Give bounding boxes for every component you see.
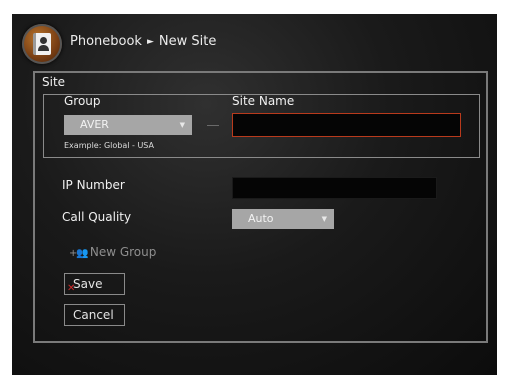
call-quality-label: Call Quality <box>62 210 132 224</box>
call-quality-select[interactable]: Auto ▼ <box>232 209 334 229</box>
group-label: Group <box>64 94 101 108</box>
cancel-label: Cancel <box>73 308 114 322</box>
new-group-label: New Group <box>89 245 157 259</box>
save-button[interactable]: ✕ Save <box>64 273 125 295</box>
field-separator <box>207 125 219 126</box>
group-select[interactable]: AVER ▼ <box>64 115 192 135</box>
ip-number-label: IP Number <box>62 178 125 192</box>
phonebook-new-site-screen: Phonebook ► New Site Site Group Site Name … <box>12 14 497 375</box>
group-select-value: AVER <box>80 118 109 131</box>
ip-number-input[interactable] <box>232 177 437 199</box>
call-quality-value: Auto <box>248 212 274 225</box>
contact-body <box>38 45 49 51</box>
site-name-input[interactable] <box>232 113 461 137</box>
phonebook-icon <box>22 24 62 64</box>
breadcrumb-current: New Site <box>158 34 217 49</box>
chevron-down-icon: ▼ <box>179 121 185 129</box>
cancel-button[interactable]: Cancel <box>64 304 125 326</box>
chevron-down-icon: ▼ <box>321 215 327 223</box>
site-section-title: Site <box>42 75 66 89</box>
breadcrumb: Phonebook ► New Site <box>70 34 216 49</box>
breadcrumb-root: Phonebook <box>70 34 142 49</box>
group-example-hint: Example: Global - USA <box>64 141 154 150</box>
site-panel: Site Group Site Name AVER ▼ Example: Glo… <box>33 71 488 343</box>
site-name-label: Site Name <box>232 94 295 108</box>
breadcrumb-separator: ► <box>146 37 154 47</box>
book-shape <box>33 33 51 55</box>
add-group-icon: +👥 <box>69 248 89 259</box>
save-label: Save <box>73 277 103 291</box>
group-site-panel: Group Site Name AVER ▼ Example: Global -… <box>43 94 480 158</box>
cursor-mark-icon: ✕ <box>67 283 76 294</box>
new-group-button[interactable]: +👥 New Group <box>69 245 156 259</box>
contact-head <box>40 37 47 44</box>
